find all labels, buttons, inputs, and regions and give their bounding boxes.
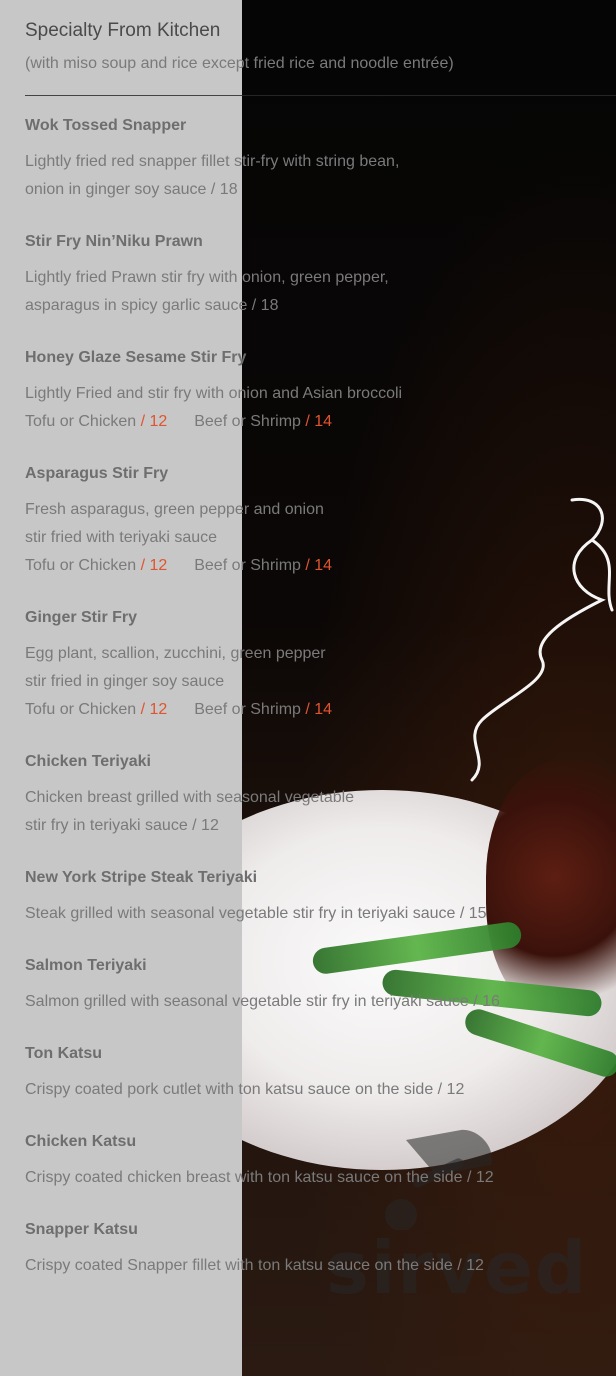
item-name: Ton Katsu — [25, 1045, 103, 1062]
menu-items: Wok Tossed Snapper Lightly fried red sna… — [25, 112, 595, 1304]
menu-item: Asparagus Stir Fry Fresh asparagus, gree… — [25, 460, 595, 580]
price-option-label: Beef or Shrimp — [194, 557, 301, 574]
item-description: Lightly fried red snapper fillet stir-fr… — [25, 153, 400, 198]
item-description: Lightly Fried and stir fry with onion an… — [25, 385, 403, 402]
item-name: Salmon Teriyaki — [25, 957, 147, 974]
divider — [25, 95, 616, 96]
menu-item: Salmon Teriyaki Salmon grilled with seas… — [25, 952, 595, 1016]
menu-item: Honey Glaze Sesame Stir Fry Lightly Frie… — [25, 344, 595, 436]
price-option-label: Beef or Shrimp — [194, 413, 301, 430]
menu-item: New York Stripe Steak Teriyaki Steak gri… — [25, 864, 595, 928]
price-value: / 14 — [305, 557, 333, 574]
item-description: Lightly fried Prawn stir fry with onion,… — [25, 269, 389, 314]
page-subtitle: (with miso soup and rice except fried ri… — [25, 55, 454, 72]
menu-item: Stir Fry Nin’Niku Prawn Lightly fried Pr… — [25, 228, 595, 320]
item-description: Crispy coated chicken breast with ton ka… — [25, 1169, 494, 1186]
price-value: / 14 — [305, 701, 333, 718]
price-value: / 12 — [140, 701, 168, 718]
price-option-label: Tofu or Chicken — [25, 413, 137, 430]
item-description: Steak grilled with seasonal vegetable st… — [25, 905, 487, 922]
price-value: / 14 — [305, 413, 333, 430]
page-title: Specialty From Kitchen — [25, 20, 221, 41]
price-option-label: Beef or Shrimp — [194, 701, 301, 718]
menu-item: Ginger Stir Fry Egg plant, scallion, zuc… — [25, 604, 595, 724]
item-name: Wok Tossed Snapper — [25, 117, 187, 134]
price-option-label: Tofu or Chicken — [25, 557, 137, 574]
item-name: New York Stripe Steak Teriyaki — [25, 869, 258, 886]
price-value: / 12 — [140, 413, 168, 430]
menu-item: Chicken Teriyaki Chicken breast grilled … — [25, 748, 595, 840]
item-name: Asparagus Stir Fry — [25, 465, 169, 482]
item-name: Ginger Stir Fry — [25, 609, 138, 626]
item-description: Fresh asparagus, green pepper and onion … — [25, 501, 324, 546]
menu-header: Specialty From Kitchen (with miso soup a… — [25, 18, 595, 76]
item-name: Chicken Teriyaki — [25, 753, 151, 770]
item-description: Egg plant, scallion, zucchini, green pep… — [25, 645, 326, 690]
price-row: Tofu or Chicken / 12 Beef or Shrimp / 14 — [25, 552, 595, 580]
menu-item: Chicken Katsu Crispy coated chicken brea… — [25, 1128, 595, 1192]
price-option-label: Tofu or Chicken — [25, 701, 137, 718]
menu-item: Wok Tossed Snapper Lightly fried red sna… — [25, 112, 595, 204]
item-name: Chicken Katsu — [25, 1133, 137, 1150]
menu-item: Snapper Katsu Crispy coated Snapper fill… — [25, 1216, 595, 1280]
item-name: Stir Fry Nin’Niku Prawn — [25, 233, 203, 250]
price-value: / 12 — [140, 557, 168, 574]
price-row: Tofu or Chicken / 12 Beef or Shrimp / 14 — [25, 696, 595, 724]
price-row: Tofu or Chicken / 12 Beef or Shrimp / 14 — [25, 408, 595, 436]
item-name: Snapper Katsu — [25, 1221, 138, 1238]
item-description: Salmon grilled with seasonal vegetable s… — [25, 993, 500, 1010]
item-name: Honey Glaze Sesame Stir Fry — [25, 349, 247, 366]
item-description: Crispy coated Snapper fillet with ton ka… — [25, 1257, 484, 1274]
item-description: Crispy coated pork cutlet with ton katsu… — [25, 1081, 465, 1098]
menu-item: Ton Katsu Crispy coated pork cutlet with… — [25, 1040, 595, 1104]
item-description: Chicken breast grilled with seasonal veg… — [25, 789, 355, 834]
